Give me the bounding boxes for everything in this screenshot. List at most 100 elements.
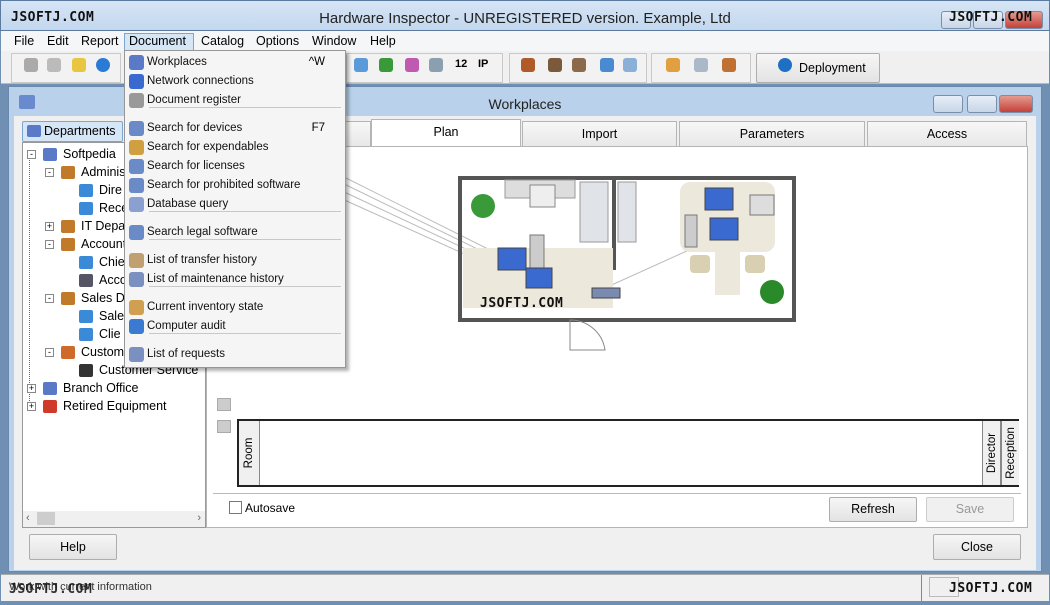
layer-icon[interactable] bbox=[217, 420, 231, 433]
copier-icon bbox=[529, 184, 556, 208]
menu-item[interactable]: Search for prohibited software bbox=[125, 176, 345, 195]
tree-item[interactable]: Sales D bbox=[81, 290, 125, 306]
tools-icon[interactable] bbox=[722, 58, 736, 72]
expand-toggle[interactable]: - bbox=[45, 168, 54, 177]
menu-item[interactable]: List of transfer history bbox=[125, 251, 345, 270]
tree-item[interactable]: Clie bbox=[99, 326, 121, 342]
menu-item[interactable]: Search for expendables bbox=[125, 138, 345, 157]
tab-parameters[interactable]: Parameters bbox=[679, 121, 865, 147]
computer-icon[interactable] bbox=[600, 58, 614, 72]
autosave-checkbox[interactable] bbox=[229, 501, 242, 514]
watermark: JSOFTJ.COM bbox=[480, 296, 564, 311]
column-header-director[interactable]: Director bbox=[982, 421, 1001, 485]
screen-icon[interactable] bbox=[694, 58, 708, 72]
user-money-icon[interactable] bbox=[548, 58, 562, 72]
menu-item[interactable]: Current inventory state bbox=[125, 298, 345, 317]
globe-icon[interactable] bbox=[778, 58, 792, 72]
scrollbar-thumb[interactable] bbox=[37, 512, 55, 525]
layer-icon[interactable] bbox=[217, 398, 231, 411]
floor-plan[interactable] bbox=[300, 170, 800, 355]
tab-access[interactable]: Access bbox=[867, 121, 1027, 147]
column-header-room[interactable]: Room bbox=[239, 421, 260, 485]
report-icon[interactable] bbox=[666, 58, 680, 72]
menu-item[interactable]: Search for devices F7 bbox=[125, 119, 345, 138]
tree-item[interactable]: Chie bbox=[99, 254, 125, 270]
deployment-button[interactable]: Deployment bbox=[756, 53, 880, 83]
memory-icon[interactable] bbox=[379, 58, 393, 72]
horizontal-scrollbar[interactable]: ‹ › bbox=[23, 511, 205, 527]
menu-bar: File Edit Report Document Catalog Option… bbox=[1, 31, 1049, 51]
org-icon bbox=[43, 148, 57, 161]
menu-separator bbox=[149, 286, 341, 287]
network-icon[interactable] bbox=[354, 58, 368, 72]
watermark: JSOFTJ.COM bbox=[11, 10, 95, 25]
child-restore-button[interactable] bbox=[967, 95, 997, 113]
document-icon[interactable] bbox=[47, 58, 61, 72]
database-icon[interactable] bbox=[623, 58, 637, 72]
search-icon bbox=[129, 225, 144, 240]
tree-item[interactable]: Retired Equipment bbox=[63, 398, 167, 414]
tree-item[interactable]: Sale bbox=[99, 308, 124, 324]
expand-toggle[interactable]: + bbox=[45, 222, 54, 231]
ip-icon[interactable]: IP bbox=[478, 58, 488, 70]
server-icon[interactable] bbox=[24, 58, 38, 72]
tree-item[interactable]: Softpedia bbox=[63, 146, 116, 162]
deployment-label: Deployment bbox=[799, 61, 866, 75]
menu-catalog[interactable]: Catalog bbox=[197, 33, 248, 51]
expand-toggle[interactable]: - bbox=[45, 348, 54, 357]
tab-plan[interactable]: Plan bbox=[371, 119, 521, 147]
menu-options[interactable]: Options bbox=[252, 33, 303, 51]
workplace-grid[interactable]: Room Director Reception bbox=[237, 419, 1019, 487]
computer-icon bbox=[709, 217, 739, 241]
menu-item[interactable]: Network connections bbox=[125, 72, 345, 91]
user-tools-icon[interactable] bbox=[572, 58, 586, 72]
info-icon[interactable] bbox=[96, 58, 110, 72]
child-close-button[interactable] bbox=[999, 95, 1033, 113]
requests-icon bbox=[129, 347, 144, 362]
tree-item[interactable]: IT Depa bbox=[81, 218, 125, 234]
refresh-button[interactable]: Refresh bbox=[829, 497, 917, 522]
tree-item[interactable]: Branch Office bbox=[63, 380, 139, 396]
menu-item-label: Workplaces bbox=[147, 56, 207, 68]
menu-item-label: Search for devices bbox=[147, 122, 243, 134]
menu-edit[interactable]: Edit bbox=[43, 33, 73, 51]
menu-report[interactable]: Report bbox=[77, 33, 123, 51]
expand-toggle[interactable]: - bbox=[45, 294, 54, 303]
user-icon[interactable] bbox=[521, 58, 535, 72]
child-minimize-button[interactable] bbox=[933, 95, 963, 113]
tree-item[interactable]: Acco bbox=[99, 272, 127, 288]
save-button[interactable]: Save bbox=[926, 497, 1014, 522]
chart-icon[interactable] bbox=[405, 58, 419, 72]
expand-toggle[interactable]: + bbox=[27, 384, 36, 393]
help-icon[interactable] bbox=[72, 58, 86, 72]
menu-file[interactable]: File bbox=[10, 33, 38, 51]
group-icon bbox=[61, 292, 75, 305]
menu-item[interactable]: List of requests bbox=[125, 345, 345, 364]
org-icon bbox=[43, 382, 57, 395]
close-button[interactable]: Close bbox=[933, 534, 1021, 560]
tab-import[interactable]: Import bbox=[522, 121, 677, 147]
expand-toggle[interactable]: - bbox=[45, 240, 54, 249]
help-button[interactable]: Help bbox=[29, 534, 117, 560]
menu-help[interactable]: Help bbox=[366, 33, 400, 51]
expand-toggle[interactable]: - bbox=[27, 150, 36, 159]
cash-register-icon bbox=[79, 274, 93, 287]
tree-item[interactable]: Custom bbox=[81, 344, 124, 360]
menu-window[interactable]: Window bbox=[308, 33, 360, 51]
tree-item[interactable]: Account bbox=[81, 236, 126, 252]
cabinet bbox=[617, 181, 637, 243]
workplaces-icon bbox=[19, 95, 35, 109]
expand-toggle[interactable]: + bbox=[27, 402, 36, 411]
column-header-reception[interactable]: Reception bbox=[1001, 421, 1019, 485]
tree-item[interactable]: Dire bbox=[99, 182, 122, 198]
search-icon bbox=[129, 178, 144, 193]
menu-item[interactable]: Workplaces ^W bbox=[125, 53, 345, 72]
menu-item-label: Search for expendables bbox=[147, 141, 269, 153]
number-icon[interactable]: 12 bbox=[455, 58, 467, 70]
departments-label: Departments bbox=[44, 124, 116, 138]
drive-icon[interactable] bbox=[429, 58, 443, 72]
menu-item[interactable]: Search for licenses bbox=[125, 157, 345, 176]
menu-item-label: Network connections bbox=[147, 75, 254, 87]
tree-item[interactable]: Adminis bbox=[81, 164, 125, 180]
menu-document[interactable]: Document bbox=[124, 33, 194, 51]
